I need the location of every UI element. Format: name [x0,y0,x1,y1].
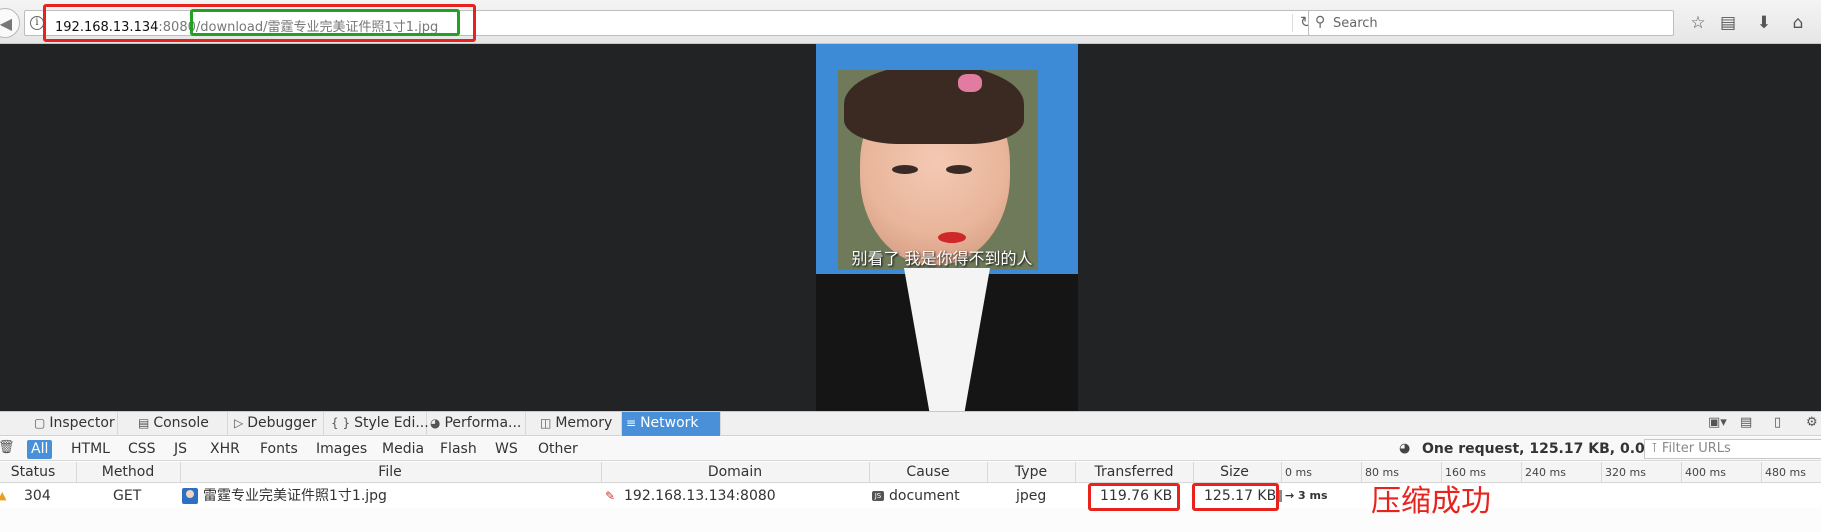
tab-inspector[interactable]: ▢ Inspector [30,412,118,436]
search-input[interactable] [1333,13,1663,33]
request-type: jpeg [1016,488,1047,504]
tab-network[interactable]: ≡ Network [622,412,721,436]
info-icon[interactable]: i [30,16,44,30]
tab-label: Debugger [247,415,317,431]
request-timing-bar [1279,490,1282,502]
performance-icon: ◕ [430,416,441,430]
timeline-tick: 240 ms [1521,462,1566,483]
filter-js[interactable]: JS [170,440,191,459]
performance-analysis-icon[interactable]: ◕ [1399,441,1410,456]
insecure-connection-icon: ✎ [605,489,616,503]
filter-flash[interactable]: Flash [436,440,481,459]
reading-list-icon[interactable]: ▤ [1715,10,1741,36]
column-transferred[interactable]: Transferred [1075,462,1193,483]
page-content: 别看了 我是你得不到的人 [0,44,1821,411]
tab-label: Performa... [444,415,522,431]
column-domain[interactable]: Domain [601,462,869,483]
column-size[interactable]: Size [1193,462,1276,483]
hair-bow [958,74,982,92]
column-status[interactable]: Status [0,462,66,483]
request-status: 304 [24,488,51,504]
download-icon[interactable]: ⬇ [1751,10,1777,36]
warning-icon: ▲ [0,489,7,502]
request-summary: One request, 125.17 KB, 0.00 s [1422,441,1668,457]
braces-icon: { } [331,416,351,430]
timeline-tick: 0 ms [1281,462,1312,483]
tab-label: Memory [555,415,613,431]
filter-other[interactable]: Other [534,440,582,459]
search-icon: ⚲ [1315,14,1326,30]
memory-icon: ◫ [540,416,552,430]
js-cause-icon: JS [872,491,884,501]
star-icon[interactable]: ☆ [1685,10,1711,36]
timeline-tick: 400 ms [1681,462,1726,483]
id-photo-image: 别看了 我是你得不到的人 [816,44,1078,411]
request-table-header: Status Method File Domain Cause Type Tra… [0,462,1821,483]
filter-css[interactable]: CSS [124,440,160,459]
tab-console[interactable]: ▤ Console [134,412,228,436]
filter-urls-input[interactable]: ⊺ Filter URLs [1644,439,1821,459]
home-icon[interactable]: ⌂ [1785,10,1811,36]
filter-all[interactable]: All [27,440,53,459]
tab-label: Style Edi... [354,415,429,431]
dock-side-icon[interactable]: ▣▾ [1708,415,1727,430]
request-method: GET [113,488,142,504]
tab-style-editor[interactable]: { } Style Edi... [327,412,429,436]
devtools-panel: ▢ Inspector ▤ Console ▷ Debugger { } Style E… [0,411,1821,532]
filter-html[interactable]: HTML [67,440,114,459]
filter-icon: ⊺ [1651,441,1662,456]
column-type[interactable]: Type [987,462,1075,483]
split-console-icon[interactable]: ▤ [1740,415,1752,430]
tab-debugger[interactable]: ▷ Debugger [230,412,324,436]
timeline-tick: 480 ms [1761,462,1806,483]
request-domain: 192.168.13.134:8080 [624,488,776,504]
devtools-tab-bar: ▢ Inspector ▤ Console ▷ Debugger { } Style E… [0,412,1821,436]
settings-gear-icon[interactable]: ⚙ [1806,415,1818,430]
lips [938,232,966,243]
request-file: 雷霆专业完美证件照1寸1.jpg [203,488,387,504]
filter-images[interactable]: Images [312,440,371,459]
network-icon: ≡ [626,416,637,430]
filter-media[interactable]: Media [378,440,428,459]
column-file[interactable]: File [180,462,600,483]
photo-face-area: 别看了 我是你得不到的人 [838,70,1038,270]
image-caption: 别看了 我是你得不到的人 [851,249,1033,268]
column-method[interactable]: Method [78,462,178,483]
compression-success-annotation: 压缩成功 [1371,484,1491,519]
back-icon: ◀ [0,13,12,33]
timeline-tick: 320 ms [1601,462,1646,483]
network-filter-bar: 🗑 All HTML CSS JS XHR Fonts Images Media… [0,437,1821,461]
console-icon: ▤ [138,416,150,430]
right-eye [946,165,972,174]
left-eye [892,165,918,174]
inspector-icon: ▢ [34,416,46,430]
size-highlight-red-box [1192,483,1279,511]
responsive-design-icon[interactable]: ▯ [1774,415,1781,430]
browser-toolbar: ◀ i 192.168.13.134:8080/download/雷霆专业完美证… [0,0,1821,44]
filter-fonts[interactable]: Fonts [256,440,302,459]
tab-label: Inspector [49,415,115,431]
tab-performance[interactable]: ◕ Performa... [426,412,526,436]
filter-urls-placeholder: Filter URLs [1661,441,1731,456]
request-cause: document [889,488,960,504]
tab-label: Console [153,415,209,431]
transferred-highlight-red-box [1088,483,1180,511]
request-timing-label: → 3 ms [1285,489,1328,502]
url-separator [1292,14,1293,32]
hair [844,70,1024,144]
search-bar[interactable]: ⚲ [1308,10,1674,36]
debugger-icon: ▷ [234,416,244,430]
url-path-highlight-green-box [190,9,460,36]
filter-ws[interactable]: WS [491,440,522,459]
image-thumbnail-icon [182,488,198,504]
filter-xhr[interactable]: XHR [206,440,244,459]
column-divider [76,462,77,483]
column-cause[interactable]: Cause [869,462,987,483]
tab-label: Network [640,415,699,431]
trash-icon[interactable]: 🗑 [0,440,15,455]
request-row[interactable]: ▲ 304 GET 雷霆专业完美证件照1寸1.jpg ✎ 192.168.13.… [0,484,1821,508]
tab-memory[interactable]: ◫ Memory [536,412,622,436]
back-button[interactable]: ◀ [0,8,20,38]
